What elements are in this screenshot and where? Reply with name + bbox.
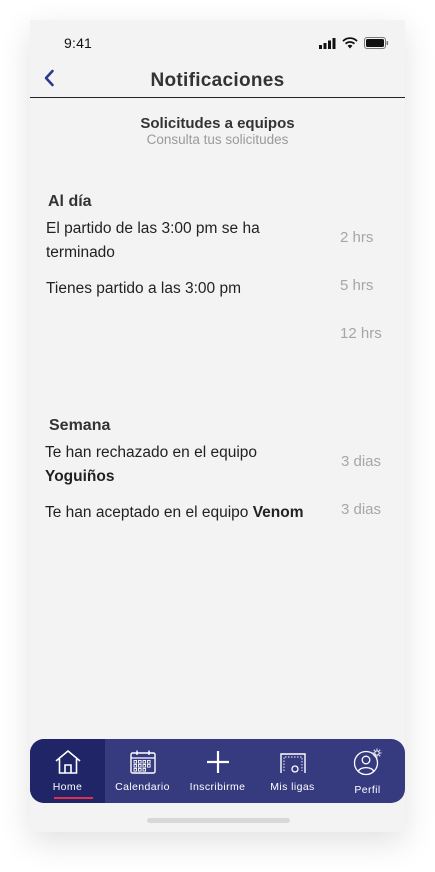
tab-home[interactable]: Home <box>30 739 105 803</box>
notification-message: Te han rechazado en el equipo <box>45 444 257 461</box>
notification-time: 3 dias <box>341 501 382 518</box>
notification-item[interactable]: 12 hrs <box>46 325 396 349</box>
notification-item[interactable]: El partido de las 3:00 pm se ha terminad… <box>46 217 396 265</box>
team-name: Venom <box>252 504 304 521</box>
status-icons <box>319 37 389 49</box>
notification-time: 5 hrs <box>340 277 374 294</box>
notification-item[interactable]: Tienes partido a las 3:00 pm 5 hrs <box>46 277 396 301</box>
phone-screen: 9:41 Notificaciones Solicitudes a equipo… <box>30 20 405 832</box>
home-indicator <box>147 818 290 823</box>
notification-text: Tienes partido a las 3:00 pm <box>46 280 242 297</box>
bottom-tab-bar: Home Calendario Inscribirme Mis ligas Pe… <box>30 739 405 803</box>
status-time: 9:41 <box>64 35 93 51</box>
goal-icon <box>279 753 306 773</box>
active-tab-indicator <box>54 797 93 799</box>
team-requests-subtitle: Consulta tus solicitudes <box>146 132 289 147</box>
profile-settings-icon <box>353 748 381 776</box>
notification-text: Te han rechazado en el equipo Yoguiños <box>45 441 315 489</box>
notification-message: Te han aceptado en el equipo <box>45 504 253 521</box>
navigation-header: Notificaciones <box>30 64 405 98</box>
notification-time: 12 hrs <box>340 325 382 342</box>
plus-icon <box>206 751 229 773</box>
team-requests-link[interactable]: Solicitudes a equipos Consulta tus solic… <box>30 115 405 148</box>
notification-text: Te han aceptado en el equipo Venom <box>45 501 335 525</box>
notification-item[interactable]: Te han rechazado en el equipo Yoguiños 3… <box>45 441 395 489</box>
notification-item[interactable]: Te han aceptado en el equipo Venom 3 dia… <box>45 501 395 525</box>
section-title-today: Al día <box>48 193 92 210</box>
tab-label: Home <box>52 781 83 793</box>
wifi-icon <box>342 37 358 49</box>
tab-profile[interactable]: Perfil <box>330 739 405 803</box>
notification-time: 3 dias <box>341 453 382 470</box>
team-name: Yoguiños <box>45 468 115 485</box>
tab-label: Perfil <box>354 784 381 796</box>
notification-time: 2 hrs <box>340 229 374 246</box>
tab-label: Mis ligas <box>270 781 315 793</box>
notification-text: El partido de las 3:00 pm se ha terminad… <box>46 220 260 261</box>
home-icon <box>54 750 81 774</box>
tab-calendar[interactable]: Calendario <box>105 739 180 803</box>
team-requests-title: Solicitudes a equipos <box>140 115 295 132</box>
tab-label: Calendario <box>115 781 170 793</box>
battery-icon <box>364 37 389 49</box>
cellular-signal-icon <box>319 37 336 49</box>
tab-label: Inscribirme <box>189 781 246 793</box>
status-bar: 9:41 <box>30 20 405 64</box>
page-title: Notificaciones <box>150 70 285 91</box>
tab-register[interactable]: Inscribirme <box>180 739 255 803</box>
tab-my-leagues[interactable]: Mis ligas <box>255 739 330 803</box>
calendar-icon <box>129 750 156 774</box>
section-title-week: Semana <box>49 417 111 434</box>
